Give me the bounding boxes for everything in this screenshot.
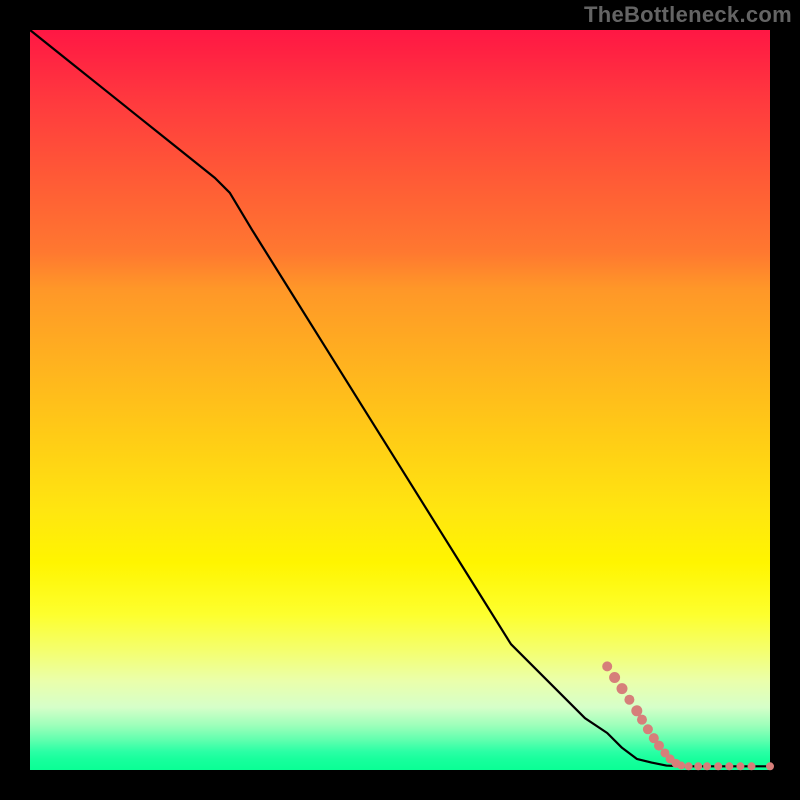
data-marker [714,762,722,770]
data-marker [643,724,653,734]
data-marker [617,683,628,694]
data-marker [685,762,693,770]
data-marker [624,695,634,705]
data-marker [748,762,756,770]
data-marker [725,762,733,770]
data-marker [736,762,744,770]
data-marker [602,661,612,671]
chart-svg [30,30,770,770]
data-marker [703,762,711,770]
data-marker [677,762,685,770]
data-marker [631,705,642,716]
data-marker [694,762,702,770]
chart-frame: TheBottleneck.com [0,0,800,800]
marker-group [602,661,774,770]
plot-area [30,30,770,770]
data-marker [637,715,647,725]
data-curve [30,30,770,766]
watermark-text: TheBottleneck.com [584,2,792,28]
data-marker [654,741,664,751]
data-marker [766,762,774,770]
data-marker [609,672,620,683]
